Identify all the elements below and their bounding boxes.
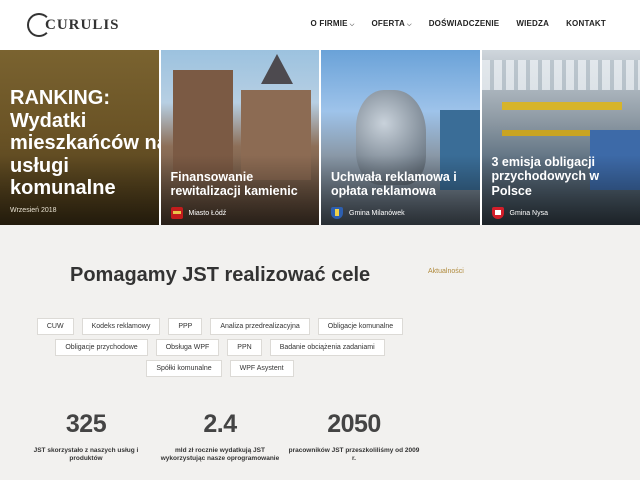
nav-o-firmie[interactable]: O FIRMIE ⌵	[311, 19, 355, 29]
tile-meta: Gmina Nysa	[491, 207, 548, 219]
tag-wpf-asystent[interactable]: WPF Asystent	[229, 360, 294, 377]
stat-value: 2.4	[203, 410, 237, 438]
tag-badanie-obciazenia[interactable]: Badanie obciążenia zadaniami	[269, 339, 385, 356]
chevron-down-icon: ⌵	[349, 22, 355, 28]
stat-label: pracowników JST przeszkoliliśmy od 2009 …	[288, 447, 420, 463]
tile-obligacje[interactable]: 3 emisja obligacji przychodowych w Polsc…	[481, 50, 640, 225]
feature-tiles: RANKING: Wydatki mieszkańców na usługi k…	[0, 50, 640, 225]
site-header: CURULIS O FIRMIE ⌵ OFERTA ⌵ DOŚWIADCZENIE …	[0, 0, 640, 50]
tile-title: Uchwała reklamowa i opłata reklamowa	[331, 170, 457, 199]
tile-title: RANKING: Wydatki mieszkańców na usługi k…	[10, 87, 159, 200]
tag-obsluga-wpf[interactable]: Obsługa WPF	[155, 339, 220, 356]
page-title: Pomagamy JST realizować cele	[70, 264, 371, 286]
tile-uchwala-reklamowa[interactable]: Uchwała reklamowa i opłata reklamowa Gmi…	[321, 50, 480, 225]
stat-label: JST skorzystało z naszych usług i produk…	[33, 447, 139, 463]
nav-wiedza[interactable]: WIEDZA	[516, 19, 549, 29]
tile-meta: Gmina Milanówek	[331, 207, 405, 219]
tag-ppn[interactable]: PPN	[227, 339, 262, 356]
stat-value: 2050	[327, 410, 381, 438]
tag-obligacje-przychodowe[interactable]: Obligacje przychodowe	[55, 339, 148, 356]
stat-jst-clients: 325 JST skorzystało z naszych usług i pr…	[20, 410, 152, 463]
tag-ppp[interactable]: PPP	[168, 318, 203, 335]
chevron-down-icon: ⌵	[406, 22, 412, 28]
tile-ranking[interactable]: RANKING: Wydatki mieszkańców na usługi k…	[0, 50, 159, 225]
logo[interactable]: CURULIS	[27, 13, 120, 37]
stat-trained-employees: 2050 pracowników JST przeszkoliliśmy od …	[288, 410, 420, 463]
tag-obligacje-komunalne[interactable]: Obligacje komunalne	[317, 318, 404, 335]
tag-analiza-przedrealizacyjna[interactable]: Analiza przedrealizacyjna	[210, 318, 310, 335]
crane-image	[501, 102, 622, 110]
nav-oferta[interactable]: OFERTA ⌵	[371, 19, 411, 29]
service-tags: CUW Kodeks reklamowy PPP Analiza przedre…	[24, 318, 416, 377]
tile-title: 3 emisja obligacji przychodowych w Polsc…	[491, 155, 600, 198]
nav-kontakt[interactable]: KONTAKT	[566, 19, 606, 29]
tag-spolki-komunalne[interactable]: Spółki komunalne	[146, 360, 222, 377]
milanowek-crest-icon	[331, 207, 343, 219]
stat-label: mld zł rocznie wydatkują JST wykorzystuj…	[160, 447, 280, 463]
nysa-crest-icon	[491, 207, 504, 219]
stat-spending: 2.4 mld zł rocznie wydatkują JST wykorzy…	[154, 410, 286, 463]
stat-value: 325	[65, 410, 107, 438]
hall-roof-image	[481, 60, 640, 90]
tile-rewitalizacja[interactable]: Finansowanie rewitalizacji kamienic Mias…	[160, 50, 319, 225]
tile-meta: Wrzesień 2018	[10, 207, 57, 214]
stats-section: 325 JST skorzystało z naszych usług i pr…	[20, 410, 420, 463]
spire-image	[260, 54, 293, 84]
nav-doswiadczenie[interactable]: DOŚWIADCZENIE	[429, 19, 500, 29]
tile-meta: Miasto Łódź	[170, 207, 226, 219]
news-link[interactable]: Aktualności	[428, 268, 464, 275]
lodz-crest-icon	[170, 207, 183, 219]
main-nav: O FIRMIE ⌵ OFERTA ⌵ DOŚWIADCZENIE WIEDZA K…	[311, 19, 606, 29]
tag-kodeks-reklamowy[interactable]: Kodeks reklamowy	[81, 318, 161, 335]
tile-title: Finansowanie rewitalizacji kamienic	[170, 170, 298, 199]
tag-cuw[interactable]: CUW	[36, 318, 74, 335]
logo-text: CURULIS	[45, 16, 120, 33]
